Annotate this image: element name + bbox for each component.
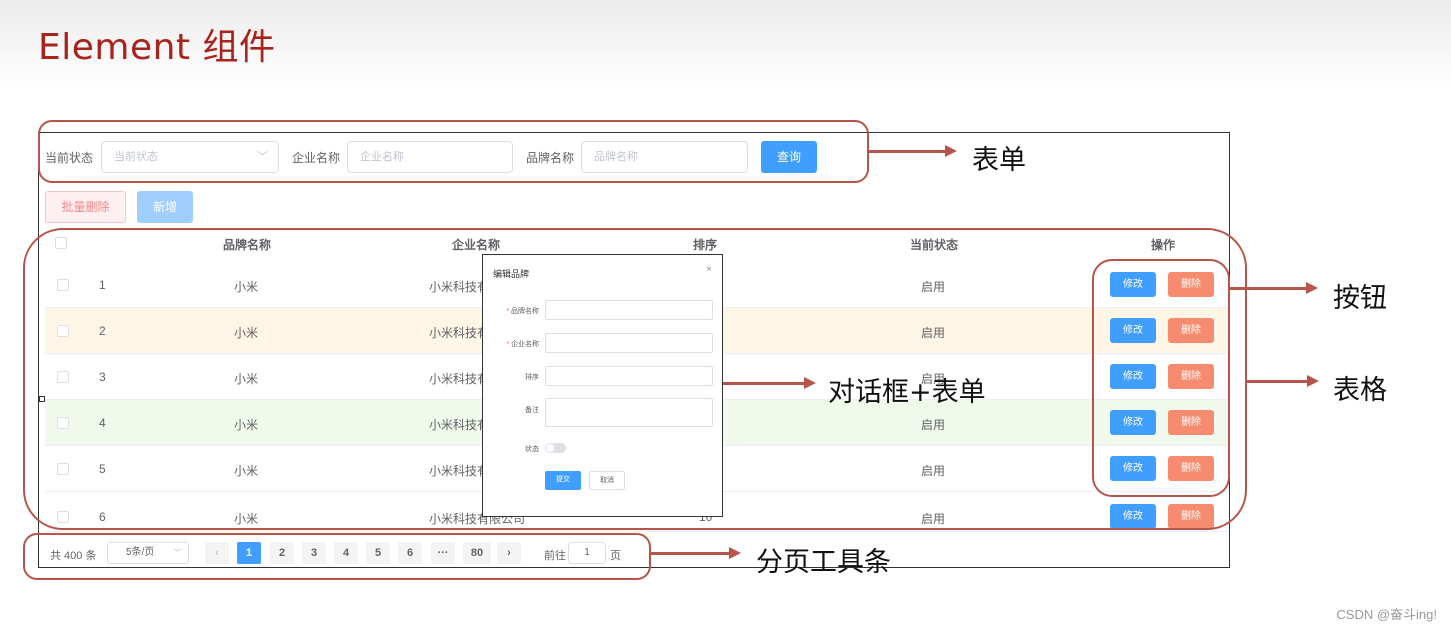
arrow-head	[1307, 375, 1319, 387]
form-highlight	[38, 120, 869, 183]
arrow-head	[1306, 282, 1318, 294]
annotation-table: 表格	[1333, 375, 1387, 406]
arrow-form	[869, 150, 947, 153]
arrow-head	[945, 145, 957, 157]
add-button[interactable]: 新增	[137, 191, 193, 223]
annotation-form: 表单	[972, 145, 1026, 176]
slide-title: Element 组件	[38, 27, 276, 68]
arrow-head	[729, 547, 741, 559]
annotation-dialog: 对话框+表单	[828, 377, 986, 408]
arrow-head	[804, 377, 816, 389]
buttons-highlight	[1092, 259, 1230, 497]
annotation-pagination: 分页工具条	[756, 547, 891, 578]
arrow-pagination	[651, 552, 731, 555]
pagination-highlight	[23, 533, 651, 580]
annotation-buttons: 按钮	[1333, 283, 1387, 314]
arrow-dialog	[723, 382, 806, 385]
watermark: CSDN @奋斗ing!	[1336, 607, 1437, 622]
batch-delete-button[interactable]: 批量删除	[45, 191, 126, 223]
arrow-table	[1247, 380, 1309, 383]
table-highlight	[23, 228, 1247, 530]
arrow-buttons	[1230, 287, 1308, 290]
